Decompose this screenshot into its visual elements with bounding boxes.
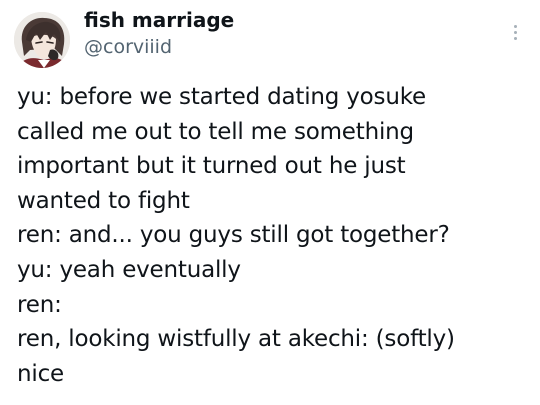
more-vertical-icon (513, 36, 517, 40)
avatar[interactable] (14, 12, 70, 68)
post-text-line: yu: before we started dating yosuke (17, 84, 426, 110)
display-name[interactable]: fish marriage (84, 8, 234, 32)
more-vertical-icon (513, 24, 517, 28)
post-text-line: nice (17, 360, 64, 387)
post-text-line: ren: and... you guys still got together? (17, 222, 450, 249)
author-info: fish marriage @corviiid (84, 8, 234, 60)
more-vertical-icon (513, 30, 517, 34)
post-text-line: called me out to tell me something (17, 118, 414, 145)
post: fish marriage @corviiid yu: before we st… (0, 0, 540, 405)
post-text-line: yu: yeah eventually (17, 256, 241, 283)
post-text-line: wanted to fight (17, 187, 190, 214)
post-text: yu: before we started dating yosuke call… (17, 80, 532, 391)
post-text-line: ren: (17, 291, 62, 318)
avatar-image (14, 12, 70, 68)
post-text-line: important but it turned out he just (17, 153, 406, 180)
user-handle[interactable]: @corviiid (84, 34, 234, 60)
post-text-line: ren, looking wistfully at akechi: (softl… (17, 326, 455, 353)
more-options-button[interactable] (504, 18, 526, 46)
